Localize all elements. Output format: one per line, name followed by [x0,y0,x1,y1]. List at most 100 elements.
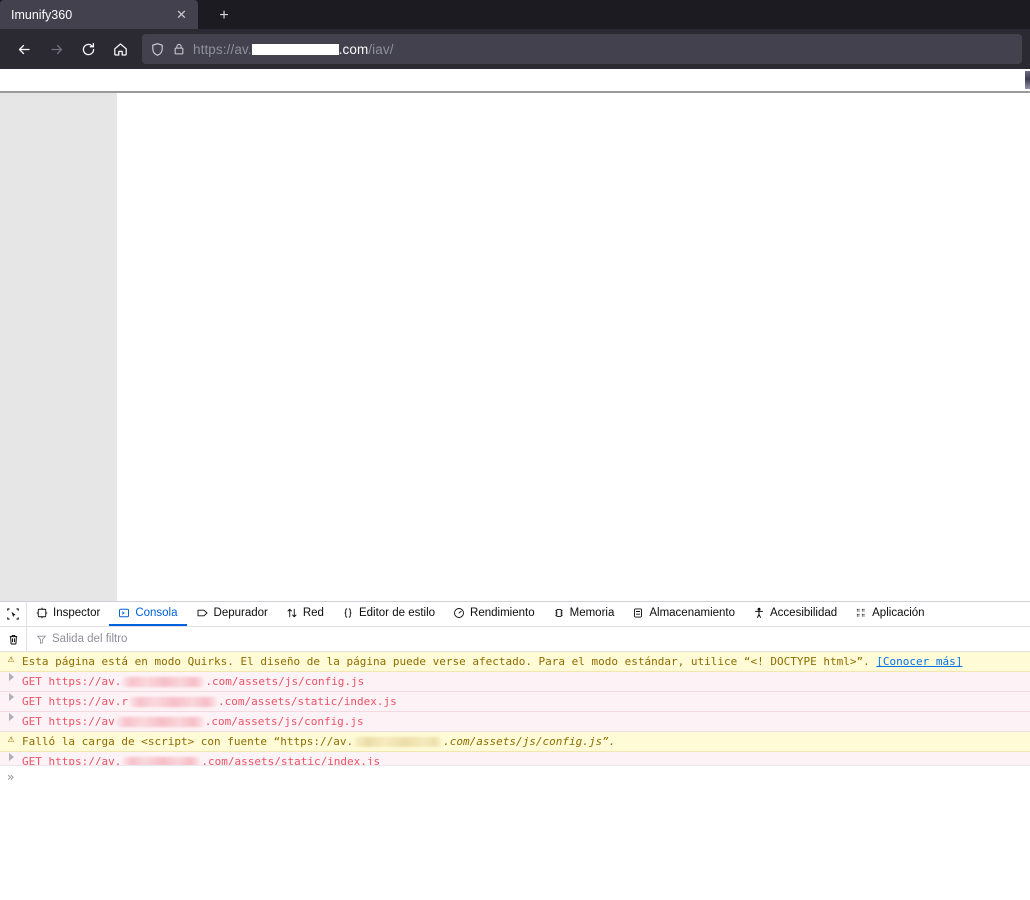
console-message: GET https://av .com/assets/js/config.js [22,713,1030,730]
filter-placeholder: Salida del filtro [52,633,128,645]
storage-icon [632,607,644,619]
redacted-domain [122,677,205,687]
url-redaction-block [251,43,339,55]
redacted-domain [122,757,201,765]
tab-label: Almacenamiento [649,607,736,619]
tab-label: Accesibilidad [770,607,838,619]
reload-icon[interactable] [72,34,104,64]
tab-style-editor[interactable]: Editor de estilo [333,602,444,626]
tab-application[interactable]: Aplicación [846,602,933,626]
expand-arrow-icon[interactable] [0,713,22,721]
tab-label: Memoria [569,607,615,619]
console-command-input[interactable]: » [0,765,1030,787]
message-text: Esta página está en modo Quirks. El dise… [22,655,877,668]
tab-label: Red [302,607,324,619]
tab-network[interactable]: Red [277,602,333,626]
browser-chrome: Imunify360 ✕ + https://av. .com/iav/ [0,0,1030,69]
url-prefix: https://av. [48,675,122,688]
devtools-tab-list: Inspector Consola Depurador Red Editor d… [27,602,1030,626]
console-message: Esta página está en modo Quirks. El dise… [22,653,1030,670]
tab-label: Depurador [213,607,268,619]
gauge-icon [453,607,465,619]
network-icon [286,607,298,619]
new-tab-button[interactable]: + [209,3,239,29]
console-message: GET https://av.r .com/assets/static/index… [22,693,1030,710]
tab-label: Aplicación [872,607,925,619]
request-method: GET [22,755,42,765]
console-output[interactable]: ⚠ Esta página está en modo Quirks. El di… [0,652,1030,765]
tab-inspector[interactable]: Inspector [27,602,109,626]
tab-memory[interactable]: Memoria [544,602,624,626]
funnel-icon [36,634,47,645]
tab-accessibility[interactable]: Accesibilidad [744,602,846,626]
prompt-chevron-icon: » [7,769,15,784]
url-prefix: https://av. [193,41,252,57]
url-host-suffix: .com [338,41,369,57]
tab-label: Editor de estilo [358,607,436,619]
console-filter-bar: Salida del filtro [0,627,1030,652]
close-icon[interactable]: ✕ [173,6,190,23]
element-picker-icon[interactable] [0,602,27,626]
learn-more-link[interactable]: [Conocer más] [876,655,962,668]
console-message: GET https://av. .com/assets/static/index.… [22,753,1030,765]
url-suffix: .com/assets/js/config.js [204,715,364,728]
page-sidebar [0,93,117,601]
memory-icon [553,607,565,619]
url-suffix: .com/assets/static/index.js [201,755,381,765]
devtools-panel: Inspector Consola Depurador Red Editor d… [0,601,1030,900]
tab-storage[interactable]: Almacenamiento [623,602,744,626]
navigation-toolbar: https://av. .com/iav/ [0,29,1030,69]
filter-input[interactable]: Salida del filtro [27,627,1030,651]
request-method: GET [22,675,42,688]
page-content-area [117,93,1030,601]
debugger-icon [196,607,209,619]
tab-label: Inspector [53,607,101,619]
url-text: https://av. .com/iav/ [193,42,394,57]
message-text-suffix: .com/assets/js/config.js”. [443,735,616,748]
expand-arrow-icon[interactable] [0,693,22,701]
console-row-warning[interactable]: ⚠ Falló la carga de <script> con fuente … [0,732,1030,752]
braces-icon [342,607,354,619]
forward-arrow-icon[interactable] [40,34,72,64]
expand-arrow-icon[interactable] [0,673,22,681]
url-suffix: .com/assets/js/config.js [205,675,365,688]
lock-icon[interactable] [172,42,186,56]
warning-icon: ⚠ [7,732,15,745]
url-path: /iav/ [368,41,394,57]
devtools-toolbar: Inspector Consola Depurador Red Editor d… [0,602,1030,627]
inspector-icon [36,607,48,619]
redacted-domain [128,697,217,707]
accessibility-icon [753,607,765,619]
tab-strip: Imunify360 ✕ + [0,0,1030,29]
back-arrow-icon[interactable] [8,34,40,64]
console-message: GET https://av. .com/assets/js/config.js [22,673,1030,690]
console-input-area[interactable] [0,787,1030,900]
tab-console[interactable]: Consola [109,602,187,626]
console-message: Falló la carga de <script> con fuente “h… [22,733,1030,750]
console-row-error[interactable]: GET https://av.r .com/assets/static/index… [0,692,1030,712]
url-bar[interactable]: https://av. .com/iav/ [142,34,1022,64]
redacted-domain [115,717,204,727]
trash-icon[interactable] [0,627,27,651]
shield-icon[interactable] [150,42,165,57]
browser-tab-imunify360[interactable]: Imunify360 ✕ [0,0,198,29]
tab-label: Consola [135,607,178,619]
console-icon [118,607,130,619]
console-row-warning[interactable]: ⚠ Esta página está en modo Quirks. El di… [0,652,1030,672]
expand-arrow-icon[interactable] [0,753,22,761]
tab-performance[interactable]: Rendimiento [444,602,544,626]
tab-debugger[interactable]: Depurador [187,602,277,626]
console-row-error[interactable]: GET https://av. .com/assets/js/config.js [0,672,1030,692]
home-icon[interactable] [104,34,136,64]
message-text: Falló la carga de <script> con fuente “h… [22,735,354,748]
page-viewport [0,69,1030,601]
url-suffix: .com/assets/static/index.js [217,695,397,708]
request-method: GET [22,695,42,708]
page-edge-widget [1025,71,1030,89]
console-row-error[interactable]: GET https://av .com/assets/js/config.js [0,712,1030,732]
application-icon [855,607,867,619]
tab-label: Rendimiento [470,607,535,619]
tab-title: Imunify360 [11,7,73,22]
console-row-error[interactable]: GET https://av. .com/assets/static/index.… [0,752,1030,765]
redacted-domain [354,737,443,747]
